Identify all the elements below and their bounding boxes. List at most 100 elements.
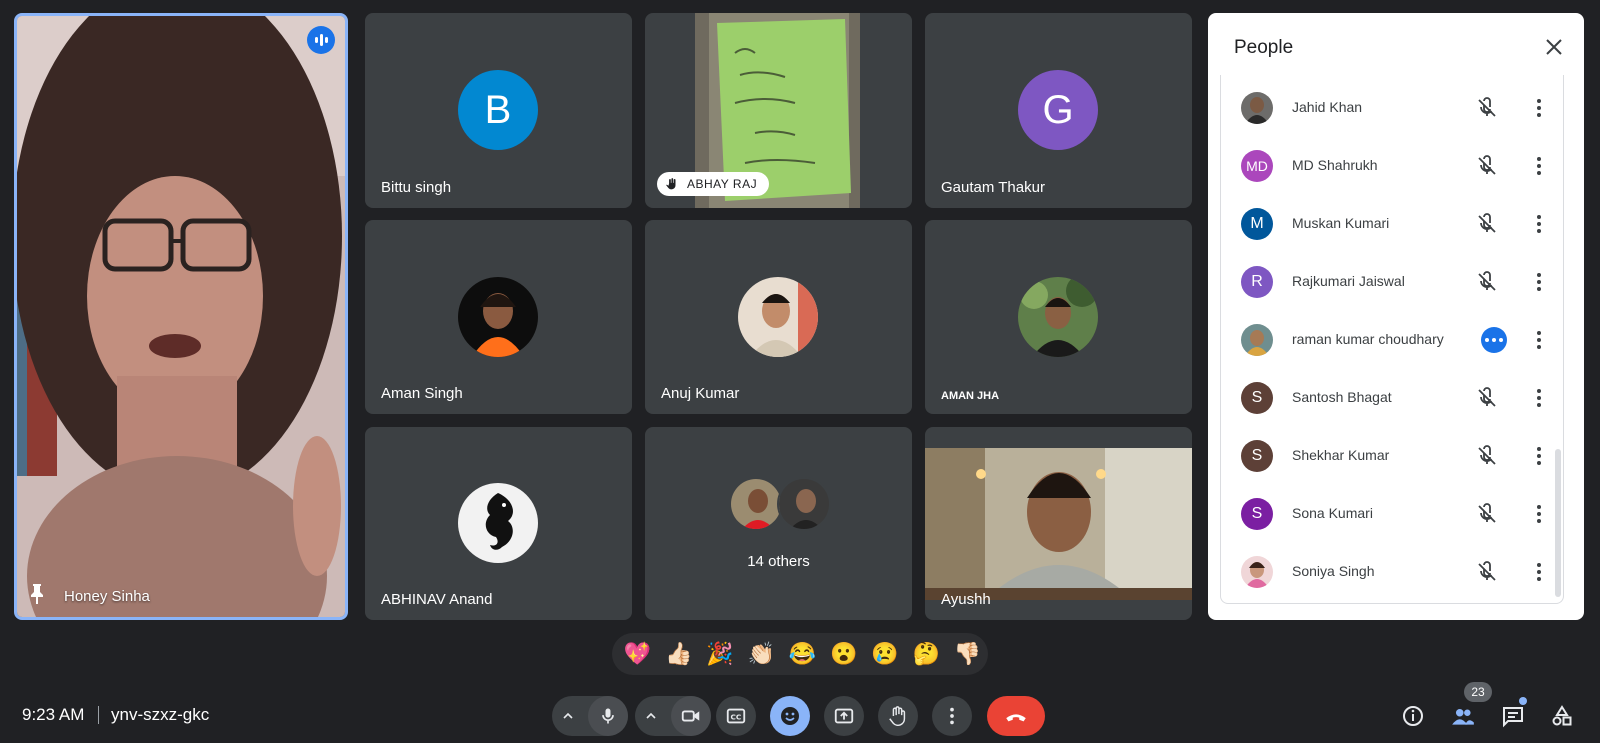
avatar: S xyxy=(1241,498,1273,530)
speaker-video xyxy=(17,16,345,617)
participant-list-scrollbar[interactable] xyxy=(1555,449,1561,597)
participant-tile-anuj[interactable]: Anuj Kumar xyxy=(645,220,912,414)
reaction-thinking[interactable]: 🤔 xyxy=(906,633,947,675)
participant-row[interactable]: MD MD Shahrukh xyxy=(1221,137,1563,195)
captions-button[interactable]: CC xyxy=(716,696,756,736)
reactions-bar: 💖 👍🏻 🎉 👏🏻 😂 😮 😢 🤔 👎🏻 xyxy=(612,633,988,675)
mic-off-icon xyxy=(1478,387,1496,407)
participant-name: Sona Kumari xyxy=(1292,505,1373,521)
avatar: G xyxy=(1018,70,1098,150)
participant-count-badge: 23 xyxy=(1464,682,1492,702)
more-options-button[interactable] xyxy=(1527,386,1551,410)
participant-name: ABHAY RAJ xyxy=(687,177,758,191)
more-options-button[interactable] xyxy=(1527,444,1551,468)
svg-text:CC: CC xyxy=(731,713,742,722)
participant-name: Ayushh xyxy=(941,591,991,608)
reaction-surprised[interactable]: 😮 xyxy=(823,633,864,675)
participant-video xyxy=(925,448,1192,600)
avatar: R xyxy=(1241,266,1273,298)
more-options-button[interactable] xyxy=(1527,212,1551,236)
present-screen-button[interactable] xyxy=(824,696,864,736)
participant-row[interactable]: R Rajkumari Jaiswal xyxy=(1221,253,1563,311)
participant-tile-ayushh[interactable]: Ayushh xyxy=(925,427,1192,620)
raised-hand-icon xyxy=(666,178,676,190)
mic-off-icon xyxy=(1478,503,1496,523)
present-screen-icon xyxy=(834,708,854,724)
emoji-icon xyxy=(781,707,799,725)
participant-name: Soniya Singh xyxy=(1292,563,1375,579)
others-tile[interactable]: 14 others xyxy=(645,427,912,620)
more-options-button[interactable] xyxy=(1527,502,1551,526)
audio-controls xyxy=(552,696,628,736)
people-button[interactable] xyxy=(1450,703,1476,729)
reaction-crying[interactable]: 😢 xyxy=(864,633,905,675)
participant-row[interactable]: S Shekhar Kumar xyxy=(1221,427,1563,485)
participant-row[interactable]: S Sona Kumari xyxy=(1221,485,1563,543)
info-icon xyxy=(1403,706,1423,726)
close-panel-button[interactable] xyxy=(1540,33,1568,61)
participant-row[interactable]: Jahid Khan xyxy=(1221,79,1563,137)
participant-row[interactable]: M Muskan Kumari xyxy=(1221,195,1563,253)
participant-name: Shekhar Kumar xyxy=(1292,447,1390,463)
avatar: MD xyxy=(1241,150,1273,182)
reaction-laughing[interactable]: 😂 xyxy=(782,633,823,675)
others-avatars xyxy=(729,477,831,531)
microphone-button[interactable] xyxy=(588,696,628,736)
mic-off-icon xyxy=(1478,97,1496,117)
microphone-icon xyxy=(602,708,614,724)
more-options-button[interactable] xyxy=(1527,96,1551,120)
meeting-details-button[interactable] xyxy=(1400,703,1426,729)
reaction-thumbs-up[interactable]: 👍🏻 xyxy=(658,633,699,675)
participant-tile-aman-singh[interactable]: Aman Singh xyxy=(365,220,632,414)
participant-name: Santosh Bhagat xyxy=(1292,389,1392,405)
leave-call-button[interactable] xyxy=(987,696,1045,736)
participant-name-chip: ABHAY RAJ xyxy=(657,172,770,196)
chat-button[interactable] xyxy=(1500,703,1526,729)
participant-list[interactable]: Jahid Khan MD MD Shahrukh M Muskan Kumar… xyxy=(1220,75,1564,604)
chevron-up-icon[interactable] xyxy=(562,710,574,722)
divider xyxy=(98,706,99,724)
more-options-button[interactable] xyxy=(1527,560,1551,584)
chevron-up-icon[interactable] xyxy=(645,710,657,722)
main-speaker-tile[interactable]: Honey Sinha xyxy=(14,13,348,620)
reaction-party-popper[interactable]: 🎉 xyxy=(699,633,740,675)
participant-name: Jahid Khan xyxy=(1292,99,1363,115)
reaction-clapping[interactable]: 👏🏻 xyxy=(741,633,782,675)
participant-tile-bittu[interactable]: B Bittu singh xyxy=(365,13,632,208)
avatar xyxy=(1241,556,1273,588)
mic-off-icon xyxy=(1478,561,1496,581)
pin-icon[interactable] xyxy=(29,583,45,605)
more-vert-icon xyxy=(950,707,954,725)
camera-icon xyxy=(681,710,700,722)
reactions-button[interactable] xyxy=(770,696,810,736)
reaction-thumbs-down[interactable]: 👎🏻 xyxy=(947,633,988,675)
more-options-button[interactable] xyxy=(1527,154,1551,178)
more-options-button[interactable] xyxy=(1527,328,1551,352)
participant-tile-gautam[interactable]: G Gautam Thakur xyxy=(925,13,1192,208)
participant-name: AMAN JHA xyxy=(941,390,1000,402)
meeting-code: ynv-szxz-gkc xyxy=(111,705,210,724)
avatar: B xyxy=(458,70,538,150)
participant-row[interactable]: Soniya Singh xyxy=(1221,543,1563,601)
more-options-button[interactable] xyxy=(1527,270,1551,294)
reaction-sparkling-heart[interactable]: 💖 xyxy=(617,633,658,675)
closed-captions-icon: CC xyxy=(726,708,746,724)
participant-tile-abhay[interactable]: ABHAY RAJ xyxy=(645,13,912,208)
raise-hand-button[interactable] xyxy=(878,696,918,736)
participant-tile-abhinav[interactable]: ABHINAV Anand xyxy=(365,427,632,620)
people-icon xyxy=(1452,708,1474,725)
speaking-indicator-icon xyxy=(307,26,335,54)
activities-button[interactable] xyxy=(1549,703,1575,729)
participant-tile-aman-jha[interactable]: AMAN JHA xyxy=(925,220,1192,414)
camera-button[interactable] xyxy=(671,696,711,736)
people-panel-title: People xyxy=(1234,37,1294,58)
more-options-button[interactable] xyxy=(932,696,972,736)
video-controls xyxy=(635,696,711,736)
mic-off-icon xyxy=(1478,213,1496,233)
participant-name: Gautam Thakur xyxy=(941,179,1045,196)
speaking-indicator-icon xyxy=(1481,327,1507,353)
activities-icon xyxy=(1552,705,1572,726)
participant-row[interactable]: S Santosh Bhagat xyxy=(1221,369,1563,427)
avatar xyxy=(1018,277,1098,357)
participant-row[interactable]: raman kumar choudhary xyxy=(1221,311,1563,369)
